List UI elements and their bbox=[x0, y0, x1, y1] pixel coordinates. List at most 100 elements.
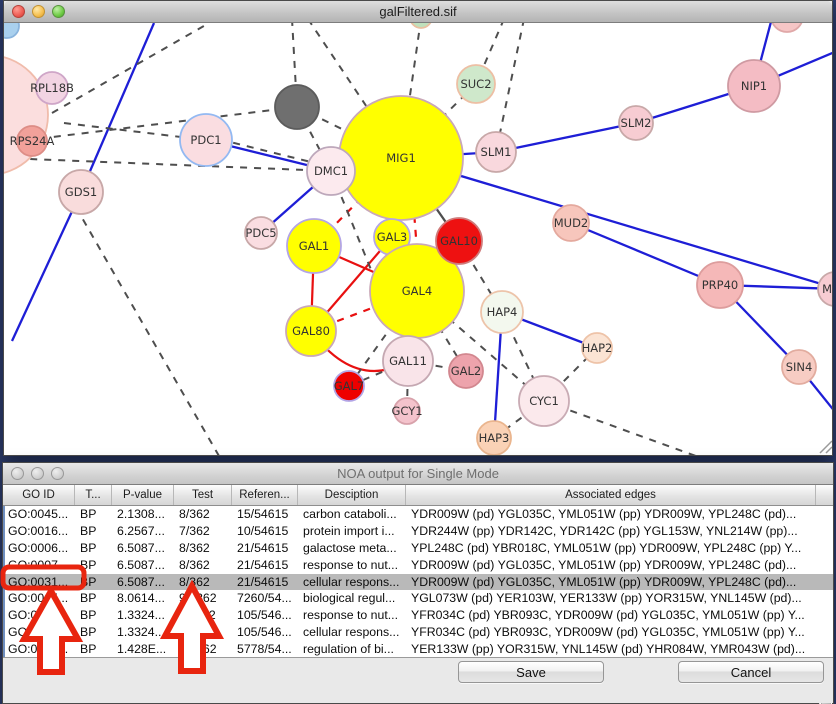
table-row[interactable]: GO:0031...BP1.3324...11/362105/546...res… bbox=[5, 607, 833, 624]
node-label: SLM2 bbox=[621, 116, 652, 130]
table-cell: GO:0050... bbox=[5, 641, 77, 658]
table-cell: regulation of bi... bbox=[300, 641, 408, 658]
node-label: GAL11 bbox=[389, 354, 427, 368]
save-button[interactable]: Save bbox=[458, 661, 604, 683]
network-canvas[interactable]: RPL18BRPS24AGDS1PDC1PDC5MIG1DMC1SUC2SLM1… bbox=[4, 23, 832, 455]
table-row[interactable]: GO:0007...BP6.5087...8/36221/54615respon… bbox=[5, 557, 833, 574]
table-cell: BP bbox=[77, 574, 114, 591]
network-window-title: galFiltered.sif bbox=[4, 1, 832, 23]
table-cell: carbon cataboli... bbox=[300, 506, 408, 523]
node-label: GAL80 bbox=[292, 324, 330, 338]
table-cell: BP bbox=[77, 624, 114, 641]
table-cell: YDR009W (pd) YGL035C, YML051W (pp) YDR00… bbox=[408, 557, 818, 574]
cancel-button[interactable]: Cancel bbox=[678, 661, 824, 683]
table-cell: BP bbox=[77, 523, 114, 540]
column-header-2[interactable]: T... bbox=[75, 485, 112, 505]
table-cell: 21/54615 bbox=[234, 574, 300, 591]
table-cell: cellular respons... bbox=[300, 574, 408, 591]
node-label: NIP1 bbox=[741, 79, 767, 93]
network-edge-pp[interactable] bbox=[81, 23, 154, 192]
node-label: GAL10 bbox=[440, 234, 478, 248]
resize-handle-icon[interactable] bbox=[820, 441, 832, 453]
table-row[interactable]: GO:0031...BP1.3324...11/362105/546...cel… bbox=[5, 624, 833, 641]
table-cell: 8/362 bbox=[176, 540, 234, 557]
table-cell: 5778/54... bbox=[234, 641, 300, 658]
button-bar: Save Cancel bbox=[3, 657, 833, 703]
network-edge-pd[interactable] bbox=[52, 23, 209, 113]
table-row[interactable]: GO:0045...BP2.1308...8/36215/54615carbon… bbox=[5, 506, 833, 523]
table-row[interactable]: GO:0006...BP6.5087...8/36221/54615galact… bbox=[5, 540, 833, 557]
table-cell: YDR009W (pd) YGL035C, YML051W (pp) YDR00… bbox=[408, 574, 818, 591]
table-cell: 11/362 bbox=[176, 607, 234, 624]
table-header: GO IDT...P-valueTestReferen...Desciption… bbox=[3, 485, 833, 506]
table-cell: galactose meta... bbox=[300, 540, 408, 557]
table-cell: 8/362 bbox=[176, 574, 234, 591]
table-cell: 1.3324... bbox=[114, 607, 176, 624]
node-label: SIN4 bbox=[786, 360, 813, 374]
table-cell: 105/546... bbox=[234, 624, 300, 641]
table-cell: 105/546... bbox=[234, 607, 300, 624]
network-node[interactable] bbox=[4, 55, 48, 175]
column-header-5[interactable]: Referen... bbox=[232, 485, 298, 505]
table-row[interactable]: GO:0065...BP8.0614...94/3627260/54...bio… bbox=[5, 590, 833, 607]
table-cell: 6.2567... bbox=[114, 523, 176, 540]
node-label: GAL4 bbox=[402, 284, 433, 298]
network-node[interactable] bbox=[275, 85, 319, 129]
column-header-1[interactable]: GO ID bbox=[3, 485, 75, 505]
node-label: CYC1 bbox=[529, 394, 559, 408]
table-cell: 2.1308... bbox=[114, 506, 176, 523]
node-label: HAP3 bbox=[479, 431, 510, 445]
table-row[interactable]: GO:0016...BP6.2567...7/36210/54615protei… bbox=[5, 523, 833, 540]
table-cell: BP bbox=[77, 540, 114, 557]
table-body[interactable]: GO:0045...BP2.1308...8/36215/54615carbon… bbox=[3, 506, 833, 658]
table-cell: BP bbox=[77, 506, 114, 523]
table-cell: response to nut... bbox=[300, 557, 408, 574]
table-cell: BP bbox=[77, 607, 114, 624]
table-cell: BP bbox=[77, 641, 114, 658]
table-cell: 80/362 bbox=[176, 641, 234, 658]
table-cell: biological regul... bbox=[300, 590, 408, 607]
table-row[interactable]: GO:0050...BP1.428E...80/3625778/54...reg… bbox=[5, 641, 833, 658]
network-graph: RPL18BRPS24AGDS1PDC1PDC5MIG1DMC1SUC2SLM1… bbox=[4, 23, 832, 455]
node-label: GAL3 bbox=[377, 230, 408, 244]
node-label: HAP4 bbox=[487, 305, 518, 319]
network-node[interactable] bbox=[410, 23, 432, 28]
node-label: PDC5 bbox=[245, 226, 276, 240]
node-label: HAP2 bbox=[582, 341, 613, 355]
column-header-6[interactable]: Desciption bbox=[298, 485, 406, 505]
table-cell: 15/54615 bbox=[234, 506, 300, 523]
node-label: GDS1 bbox=[65, 185, 97, 199]
table-cell: 10/54615 bbox=[234, 523, 300, 540]
column-header-7[interactable]: Associated edges bbox=[406, 485, 816, 505]
network-window-titlebar[interactable]: galFiltered.sif bbox=[4, 1, 832, 23]
table-cell: GO:0031... bbox=[5, 607, 77, 624]
table-cell: 21/54615 bbox=[234, 557, 300, 574]
network-node[interactable] bbox=[771, 23, 803, 32]
table-cell: GO:0007... bbox=[5, 557, 77, 574]
table-cell: YFR034C (pd) YBR093C, YDR009W (pd) YGL03… bbox=[408, 607, 818, 624]
table-cell: 21/54615 bbox=[234, 540, 300, 557]
column-header-3[interactable]: P-value bbox=[112, 485, 174, 505]
table-row[interactable]: GO:0031...BP6.5087...8/36221/54615cellul… bbox=[5, 574, 833, 591]
table-cell: GO:0031... bbox=[5, 624, 77, 641]
node-label: GCY1 bbox=[391, 404, 422, 418]
noa-window-title: NOA output for Single Mode bbox=[3, 463, 833, 485]
table-cell: BP bbox=[77, 557, 114, 574]
table-cell: response to nut... bbox=[300, 607, 408, 624]
table-cell: 6.5087... bbox=[114, 574, 176, 591]
table-cell: 7/362 bbox=[176, 523, 234, 540]
network-edge-pp[interactable] bbox=[12, 192, 81, 341]
network-edge-pd[interactable] bbox=[62, 183, 219, 455]
table-cell: 1.3324... bbox=[114, 624, 176, 641]
node-label: GAL2 bbox=[451, 364, 482, 378]
table-cell: cellular respons... bbox=[300, 624, 408, 641]
noa-window-titlebar[interactable]: NOA output for Single Mode bbox=[3, 463, 833, 485]
network-node[interactable] bbox=[4, 23, 19, 38]
network-edge-pp[interactable] bbox=[496, 123, 636, 152]
table-cell: GO:0031... bbox=[5, 574, 77, 591]
column-header-4[interactable]: Test bbox=[174, 485, 232, 505]
table-cell: YPL248C (pd) YBR018C, YML051W (pp) YDR00… bbox=[408, 540, 818, 557]
node-label: RPS24A bbox=[10, 134, 55, 148]
node-label: SLM1 bbox=[481, 145, 512, 159]
table-cell: 7260/54... bbox=[234, 590, 300, 607]
